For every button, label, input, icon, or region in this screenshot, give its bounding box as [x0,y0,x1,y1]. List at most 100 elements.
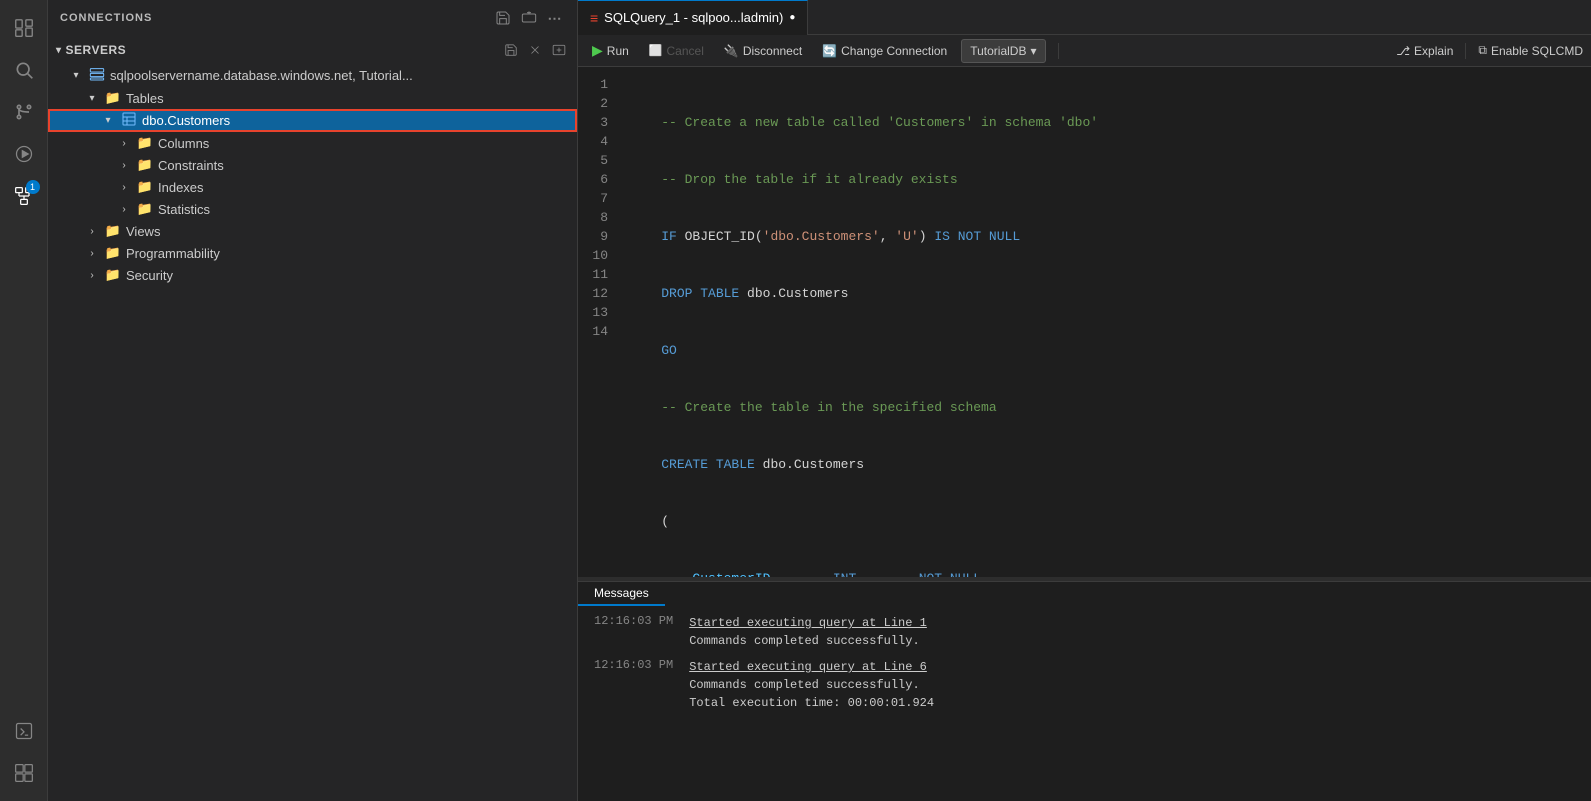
sql-tab-icon: ≡ [590,10,598,26]
dbo-customers-node[interactable]: ▾ dbo.Customers [48,109,577,132]
messages-panel: Messages 12:16:03 PM Started executing q… [578,581,1591,801]
views-node[interactable]: › 📁 Views [48,220,577,242]
tab-bar: ≡ SQLQuery_1 - sqlpoo...ladmin) ● [578,0,1591,35]
views-label: Views [126,224,160,239]
explain-label: Explain [1414,44,1453,58]
sidebar-header-icons: ⋯ [493,8,565,28]
code-content[interactable]: -- Create a new table called 'Customers'… [618,67,1591,577]
activity-bar-bottom [4,711,44,801]
activity-bar-top: 1 [4,8,44,707]
code-editor[interactable]: 1 2 3 4 5 6 7 8 9 10 11 12 13 14 -- Crea… [578,67,1591,577]
search-icon[interactable] [4,50,44,90]
run-debug-icon[interactable] [4,134,44,174]
enable-sqlcmd-label: Enable SQLCMD [1491,44,1583,58]
constraints-label: Constraints [158,158,224,173]
code-line-9: CustomerID INT NOT NULL, [630,569,1591,577]
database-dropdown[interactable]: TutorialDB ▾ [961,39,1045,63]
message-time-2: 12:16:03 PM [594,658,673,672]
enable-sqlcmd-button[interactable]: ⧉ Enable SQLCMD [1478,43,1583,58]
disconnect-label: Disconnect [743,44,802,58]
programmability-node[interactable]: › 📁 Programmability [48,242,577,264]
statistics-folder-icon: 📁 [136,201,154,217]
security-arrow: › [84,270,100,281]
files-icon[interactable] [4,8,44,48]
database-name: TutorialDB [970,44,1026,58]
cancel-label: Cancel [667,44,704,58]
line-num-8: 8 [578,208,612,227]
toolbar-right: ⎇ Explain ⧉ Enable SQLCMD [1396,43,1583,59]
main-content: ≡ SQLQuery_1 - sqlpoo...ladmin) ● ▶ Run … [578,0,1591,801]
code-line-4: DROP TABLE dbo.Customers [630,284,1591,303]
constraints-arrow: › [116,160,132,171]
toolbar-divider-2 [1465,43,1466,59]
disconnect-button[interactable]: 🔌 Disconnect [718,42,808,60]
messages-content: 12:16:03 PM Started executing query at L… [578,606,1591,801]
message-text-1: Started executing query at Line 1 Comman… [689,614,927,650]
new-connection-icon[interactable] [519,8,539,28]
terminal-icon[interactable] [4,711,44,751]
server-save-icon[interactable] [501,40,521,60]
line-num-3: 3 [578,113,612,132]
messages-tab[interactable]: Messages [578,582,665,606]
constraints-folder-icon: 📁 [136,157,154,173]
line-num-6: 6 [578,170,612,189]
tables-node[interactable]: ▾ 📁 Tables [48,87,577,109]
constraints-node[interactable]: › 📁 Constraints [48,154,577,176]
statistics-arrow: › [116,204,132,215]
line-num-14: 14 [578,322,612,341]
run-button[interactable]: ▶ Run [586,40,635,61]
message-time-1: 12:16:03 PM [594,614,673,628]
line-num-13: 13 [578,303,612,322]
security-folder-icon: 📁 [104,267,122,283]
message-body-1: Commands completed successfully. [689,634,919,648]
security-node[interactable]: › 📁 Security [48,264,577,286]
change-connection-icon: 🔄 [822,44,837,58]
servers-arrow: ▾ [56,45,62,56]
line-num-12: 12 [578,284,612,303]
tables-expand-arrow: ▾ [84,93,100,104]
indexes-node[interactable]: › 📁 Indexes [48,176,577,198]
change-connection-button[interactable]: 🔄 Change Connection [816,42,953,60]
more-options-icon[interactable]: ⋯ [545,8,565,28]
indexes-folder-icon: 📁 [136,179,154,195]
source-control-icon[interactable] [4,92,44,132]
message-body-2: Commands completed successfully.Total ex… [689,678,934,710]
message-link-2: Started executing query at Line 6 [689,660,927,674]
columns-node[interactable]: › 📁 Columns [48,132,577,154]
toolbar-divider [1058,43,1059,59]
server-add-icon[interactable] [549,40,569,60]
server-node[interactable]: ▾ sqlpoolservername.database.windows.net… [48,64,577,87]
servers-section-header[interactable]: ▾ SERVERS [48,36,577,64]
sqlcmd-icon: ⧉ [1478,43,1487,58]
query-tab[interactable]: ≡ SQLQuery_1 - sqlpoo...ladmin) ● [578,0,808,35]
connections-icon[interactable]: 1 [4,176,44,216]
code-line-2: -- Drop the table if it already exists [630,170,1591,189]
message-row-2: 12:16:03 PM Started executing query at L… [594,658,1575,712]
server-disconnect-icon[interactable] [525,40,545,60]
explain-button[interactable]: ⎇ Explain [1396,44,1453,58]
change-connection-label: Change Connection [841,44,947,58]
line-num-1: 1 [578,75,612,94]
disconnect-icon: 🔌 [724,44,739,58]
line-num-2: 2 [578,94,612,113]
line-numbers: 1 2 3 4 5 6 7 8 9 10 11 12 13 14 [578,67,618,577]
message-row-1: 12:16:03 PM Started executing query at L… [594,614,1575,650]
activity-bar: 1 [0,0,48,801]
dropdown-arrow: ▾ [1030,44,1036,58]
tables-folder-icon: 📁 [104,90,122,106]
message-link-1: Started executing query at Line 1 [689,616,927,630]
code-line-8: ( [630,512,1591,531]
statistics-node[interactable]: › 📁 Statistics [48,198,577,220]
code-line-3: IF OBJECT_ID('dbo.Customers', 'U') IS NO… [630,227,1591,246]
prog-arrow: › [84,248,100,259]
server-expand-arrow: ▾ [68,70,84,81]
explain-icon: ⎇ [1396,44,1410,58]
line-num-11: 11 [578,265,612,284]
cancel-button[interactable]: ⬜ Cancel [643,42,710,60]
line-num-5: 5 [578,151,612,170]
run-icon: ▶ [592,42,603,59]
message-text-2: Started executing query at Line 6 Comman… [689,658,934,712]
extensions-icon[interactable] [4,753,44,793]
save-icon[interactable] [493,8,513,28]
code-line-7: CREATE TABLE dbo.Customers [630,455,1591,474]
